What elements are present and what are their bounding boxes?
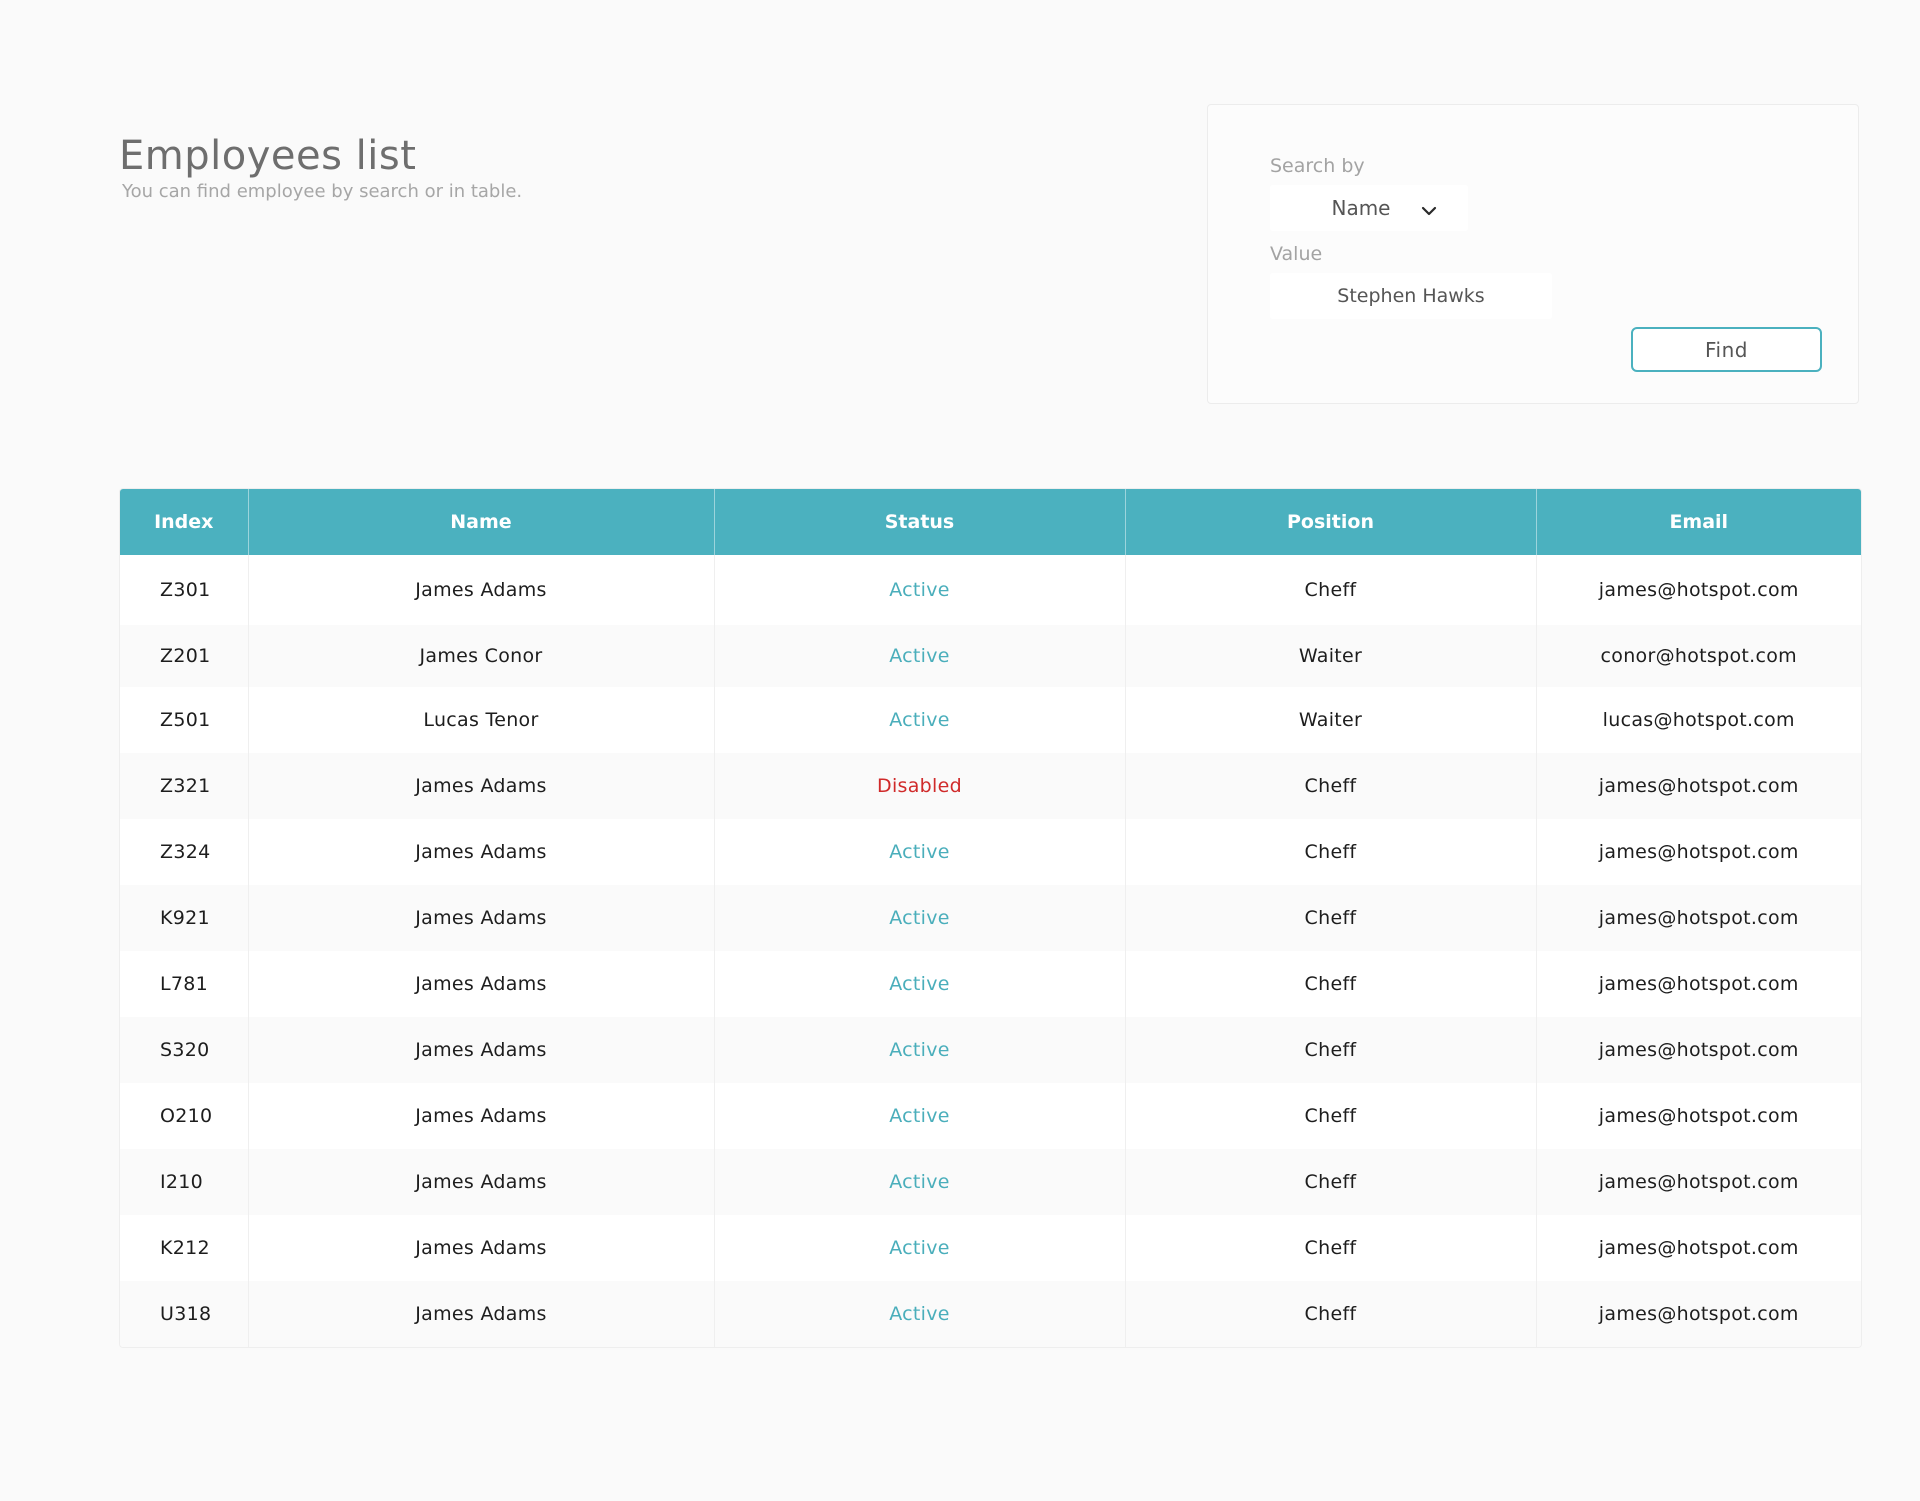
employees-table: Index Name Status Position Email Z301 Jam… <box>119 488 1862 1348</box>
cell-index: K921 <box>120 885 249 951</box>
cell-status: Active <box>714 1149 1126 1215</box>
cell-email: james@hotspot.com <box>1536 1215 1861 1281</box>
cell-status: Active <box>714 951 1126 1017</box>
cell-position: Cheff <box>1125 1281 1537 1347</box>
cell-name: James Adams <box>248 885 715 951</box>
cell-status: Active <box>714 1083 1126 1149</box>
cell-email: james@hotspot.com <box>1536 885 1861 951</box>
cell-status: Active <box>714 1281 1126 1347</box>
chevron-down-icon <box>1421 200 1437 216</box>
cell-email: james@hotspot.com <box>1536 1281 1861 1347</box>
cell-index: L781 <box>120 951 249 1017</box>
cell-position: Cheff <box>1125 885 1537 951</box>
cell-status: Active <box>714 625 1126 687</box>
cell-position: Cheff <box>1125 951 1537 1017</box>
table-row[interactable]: S320 James Adams Active Cheff james@hotspot.… <box>120 1017 1861 1083</box>
cell-email: james@hotspot.com <box>1536 819 1861 885</box>
cell-status: Active <box>714 819 1126 885</box>
cell-email: james@hotspot.com <box>1536 753 1861 819</box>
table-row[interactable]: Z324 James Adams Active Cheff james@hotspot.… <box>120 819 1861 885</box>
cell-position: Cheff <box>1125 1017 1537 1083</box>
search-panel: Search by Name Value Find <box>1207 104 1859 404</box>
cell-index: Z324 <box>120 819 249 885</box>
table-row[interactable]: L781 James Adams Active Cheff james@hotspot.… <box>120 951 1861 1017</box>
cell-index: Z301 <box>120 555 249 625</box>
cell-index: U318 <box>120 1281 249 1347</box>
cell-email: james@hotspot.com <box>1536 951 1861 1017</box>
cell-position: Cheff <box>1125 1083 1537 1149</box>
table-row[interactable]: I210 James Adams Active Cheff james@hotspot.… <box>120 1149 1861 1215</box>
cell-email: conor@hotspot.com <box>1536 625 1861 687</box>
column-header-index[interactable]: Index <box>120 489 249 555</box>
search-by-selected-value: Name <box>1331 196 1391 220</box>
table-row[interactable]: K921 James Adams Active Cheff james@hotspot.… <box>120 885 1861 951</box>
cell-name: James Adams <box>248 819 715 885</box>
cell-status: Active <box>714 687 1126 753</box>
value-input[interactable] <box>1270 273 1552 319</box>
cell-index: Z321 <box>120 753 249 819</box>
cell-name: James Adams <box>248 951 715 1017</box>
value-label: Value <box>1270 243 1323 265</box>
cell-email: james@hotspot.com <box>1536 1149 1861 1215</box>
cell-name: James Adams <box>248 1149 715 1215</box>
cell-position: Cheff <box>1125 819 1537 885</box>
cell-position: Waiter <box>1125 687 1537 753</box>
table-row[interactable]: Z201 James Conor Active Waiter conor@hotspot… <box>120 625 1861 687</box>
cell-status: Active <box>714 1215 1126 1281</box>
cell-email: lucas@hotspot.com <box>1536 687 1861 753</box>
cell-position: Cheff <box>1125 555 1537 625</box>
cell-name: James Adams <box>248 1281 715 1347</box>
table-row[interactable]: K212 James Adams Active Cheff james@hotspot.… <box>120 1215 1861 1281</box>
cell-email: james@hotspot.com <box>1536 1017 1861 1083</box>
cell-name: James Adams <box>248 1083 715 1149</box>
cell-position: Waiter <box>1125 625 1537 687</box>
table-header-row: Index Name Status Position Email <box>120 489 1861 555</box>
cell-name: Lucas Tenor <box>248 687 715 753</box>
table-row[interactable]: U318 James Adams Active Cheff james@hotspot.… <box>120 1281 1861 1347</box>
cell-name: James Adams <box>248 1017 715 1083</box>
cell-index: Z201 <box>120 625 249 687</box>
find-button[interactable]: Find <box>1631 327 1822 372</box>
page-title: Employees list <box>119 133 417 179</box>
table-row[interactable]: Z301 James Adams Active Cheff james@hotspot.… <box>120 555 1861 625</box>
cell-index: O210 <box>120 1083 249 1149</box>
table-row[interactable]: Z321 James Adams Disabled Cheff james@hotspo… <box>120 753 1861 819</box>
table-body: Z301 James Adams Active Cheff james@hotspot.… <box>120 555 1861 1347</box>
cell-email: james@hotspot.com <box>1536 555 1861 625</box>
column-header-name[interactable]: Name <box>248 489 715 555</box>
column-header-status[interactable]: Status <box>714 489 1126 555</box>
cell-position: Cheff <box>1125 1215 1537 1281</box>
cell-name: James Adams <box>248 753 715 819</box>
cell-status: Active <box>714 555 1126 625</box>
column-header-email[interactable]: Email <box>1536 489 1861 555</box>
cell-name: James Adams <box>248 555 715 625</box>
cell-email: james@hotspot.com <box>1536 1083 1861 1149</box>
cell-index: Z501 <box>120 687 249 753</box>
column-header-position[interactable]: Position <box>1125 489 1537 555</box>
cell-name: James Conor <box>248 625 715 687</box>
table-row[interactable]: Z501 Lucas Tenor Active Waiter lucas@hotspot… <box>120 687 1861 753</box>
cell-index: S320 <box>120 1017 249 1083</box>
search-by-select[interactable]: Name <box>1270 185 1468 231</box>
table-row[interactable]: O210 James Adams Active Cheff james@hotspot.… <box>120 1083 1861 1149</box>
cell-status: Active <box>714 1017 1126 1083</box>
cell-status: Disabled <box>714 753 1126 819</box>
search-by-label: Search by <box>1270 155 1365 177</box>
cell-position: Cheff <box>1125 753 1537 819</box>
cell-status: Active <box>714 885 1126 951</box>
cell-index: K212 <box>120 1215 249 1281</box>
page-subtitle: You can find employee by search or in ta… <box>122 181 523 202</box>
cell-position: Cheff <box>1125 1149 1537 1215</box>
cell-index: I210 <box>120 1149 249 1215</box>
page-header: Employees list You can find employee by … <box>119 132 522 204</box>
cell-name: James Adams <box>248 1215 715 1281</box>
